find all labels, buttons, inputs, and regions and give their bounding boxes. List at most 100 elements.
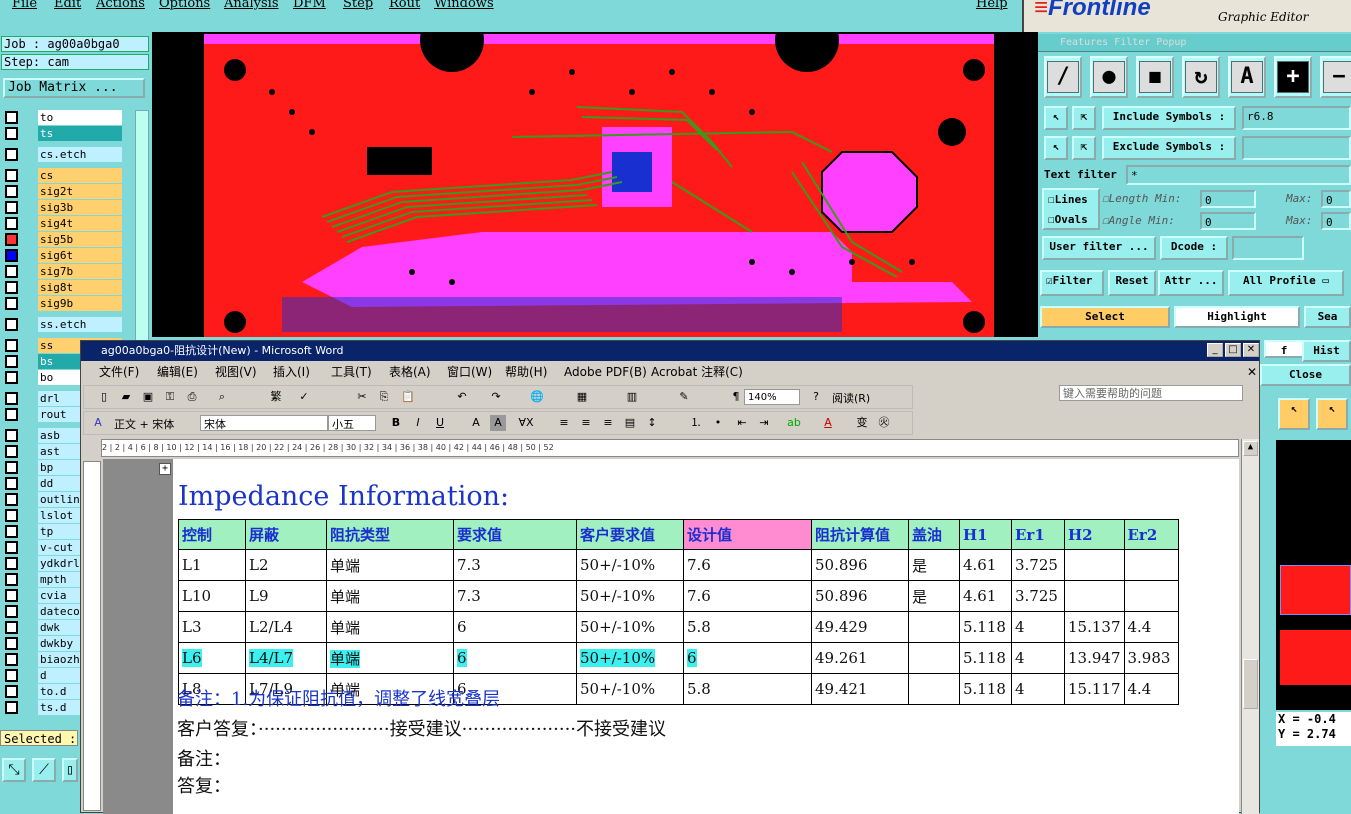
table-cell[interactable]: 7.3 bbox=[453, 580, 577, 612]
vertical-scrollbar[interactable]: ▲ bbox=[1241, 439, 1259, 814]
arc-tool-button[interactable]: ↻ bbox=[1182, 56, 1220, 98]
layer-checkbox[interactable] bbox=[5, 685, 18, 698]
dcode-input[interactable] bbox=[1232, 236, 1304, 260]
table-cell[interactable]: 3.983 bbox=[1123, 642, 1179, 674]
arrow-icon[interactable]: ↖ bbox=[1044, 106, 1068, 130]
table-cell[interactable]: L4/L7 bbox=[245, 642, 327, 674]
style-select[interactable]: 正文 + 宋体 bbox=[114, 416, 194, 432]
word-menu-insert[interactable]: 插入(I) bbox=[273, 362, 310, 382]
hyperlink-icon[interactable]: 🌐 bbox=[529, 389, 545, 405]
table-cell[interactable]: 单端 bbox=[326, 580, 454, 612]
mini-canvas[interactable] bbox=[1276, 440, 1351, 710]
help-search-input[interactable]: 键入需要帮助的问题 bbox=[1059, 385, 1243, 401]
layer-checkbox[interactable] bbox=[5, 605, 18, 618]
table-cell[interactable]: 3.725 bbox=[1011, 549, 1065, 581]
table-cell[interactable]: 7.3 bbox=[453, 549, 577, 581]
table-cell[interactable] bbox=[1123, 549, 1179, 581]
zoom-area-button[interactable]: ⤡ bbox=[2, 758, 26, 782]
layer-checkbox[interactable] bbox=[5, 477, 18, 490]
table-cell[interactable]: 4.4 bbox=[1123, 673, 1179, 705]
arrow-icon[interactable]: ⇱ bbox=[1072, 136, 1096, 160]
copy-icon[interactable]: ⎘ bbox=[376, 389, 392, 405]
table-cell[interactable]: 单端 bbox=[326, 549, 454, 581]
table-cell[interactable]: 50+/-10% bbox=[576, 580, 684, 612]
layer-row[interactable]: sig2t bbox=[2, 184, 134, 199]
spell-check-icon[interactable]: ✓ bbox=[296, 389, 312, 405]
layer-checkbox[interactable] bbox=[5, 429, 18, 442]
table-cell[interactable]: 4.4 bbox=[1123, 611, 1179, 643]
table-cell[interactable]: 49.429 bbox=[811, 611, 909, 643]
history-button[interactable]: Hist bbox=[1302, 340, 1351, 362]
table-cell[interactable]: 5.118 bbox=[959, 673, 1012, 705]
layer-checkbox[interactable] bbox=[5, 297, 18, 310]
layer-checkbox[interactable] bbox=[5, 169, 18, 182]
layer-checkbox[interactable] bbox=[5, 233, 18, 246]
maximize-icon[interactable]: □ bbox=[1225, 343, 1241, 357]
menu-file[interactable]: File bbox=[12, 0, 37, 11]
dcode-button[interactable]: Dcode : bbox=[1160, 236, 1228, 260]
pointer-icon[interactable]: ↖ bbox=[1278, 398, 1310, 430]
undo-icon[interactable]: ↶ bbox=[454, 389, 470, 405]
line-spacing-icon[interactable]: ↕ bbox=[644, 415, 660, 431]
layer-label[interactable]: ss.etch bbox=[38, 317, 122, 332]
bullets-icon[interactable]: • bbox=[710, 415, 726, 431]
layer-checkbox[interactable] bbox=[5, 573, 18, 586]
layer-label[interactable]: sig2t bbox=[38, 184, 122, 199]
angle-max-input[interactable]: 0 bbox=[1321, 212, 1351, 230]
table-cell[interactable]: 50+/-10% bbox=[576, 642, 684, 674]
scroll-up-icon[interactable]: ▲ bbox=[1243, 441, 1258, 456]
table-cell[interactable]: 单端 bbox=[326, 642, 454, 674]
table-cell[interactable]: 5.8 bbox=[683, 611, 812, 643]
search-button[interactable]: Sea bbox=[1304, 306, 1351, 328]
layer-checkbox[interactable] bbox=[5, 217, 18, 230]
increase-indent-icon[interactable]: ⇥ bbox=[756, 415, 772, 431]
table-cell[interactable]: 单端 bbox=[326, 611, 454, 643]
justify-icon[interactable]: ▤ bbox=[622, 415, 638, 431]
layer-checkbox[interactable] bbox=[5, 525, 18, 538]
layer-row[interactable]: ss.etch bbox=[2, 317, 134, 332]
highlight-button[interactable]: Highlight bbox=[1174, 306, 1300, 328]
document-area[interactable]: + Impedance Information: 控制 屏蔽 阻抗类型 要求值 … bbox=[103, 459, 1239, 814]
table-cell[interactable]: 50.896 bbox=[811, 549, 909, 581]
layer-label[interactable]: sig5b bbox=[38, 232, 122, 247]
align-left-icon[interactable]: ≡ bbox=[556, 415, 572, 431]
layer-checkbox[interactable] bbox=[5, 249, 18, 262]
bold-icon[interactable]: B bbox=[388, 415, 404, 431]
layer-row[interactable]: cs.etch bbox=[2, 147, 134, 162]
layer-checkbox[interactable] bbox=[5, 541, 18, 554]
type-checkboxes[interactable]: ☐Lines ☐Ovals bbox=[1042, 188, 1100, 230]
word-menu-edit[interactable]: 编辑(E) bbox=[157, 362, 198, 382]
char-scale-icon[interactable]: ⱯX bbox=[518, 415, 534, 431]
font-size-select[interactable]: 小五 bbox=[328, 415, 376, 431]
table-cell[interactable]: 49.261 bbox=[811, 642, 909, 674]
text-filter-input[interactable]: * bbox=[1126, 165, 1351, 185]
table-cell[interactable] bbox=[908, 673, 960, 705]
line-tool-button[interactable]: / bbox=[1044, 56, 1082, 98]
minus-button[interactable]: − bbox=[1320, 56, 1351, 98]
underline-icon[interactable]: U bbox=[432, 415, 448, 431]
layer-row[interactable]: cs bbox=[2, 168, 134, 183]
arrow-icon[interactable]: ↖ bbox=[1044, 136, 1068, 160]
measure-button[interactable]: ⟋ bbox=[32, 758, 56, 782]
layer-label[interactable]: sig6t bbox=[38, 248, 122, 263]
print-preview-icon[interactable]: ⌕ bbox=[214, 389, 230, 405]
menu-options[interactable]: Options bbox=[159, 0, 210, 11]
save-icon[interactable]: ▣ bbox=[140, 389, 156, 405]
table-cell[interactable]: L10 bbox=[178, 580, 246, 612]
traditional-chinese-icon[interactable]: 繁 bbox=[268, 389, 284, 405]
plus-button[interactable]: + bbox=[1274, 56, 1312, 98]
insert-table-icon[interactable]: ▦ bbox=[574, 389, 590, 405]
paste-icon[interactable]: 📋 bbox=[400, 389, 416, 405]
layer-checkbox[interactable] bbox=[5, 201, 18, 214]
layer-checkbox[interactable] bbox=[5, 392, 18, 405]
table-cell[interactable]: L6 bbox=[178, 642, 246, 674]
help-close-icon[interactable]: ✕ bbox=[1247, 362, 1257, 382]
drawing-icon[interactable]: ✎ bbox=[676, 389, 692, 405]
table-cell[interactable]: 50+/-10% bbox=[576, 549, 684, 581]
document-page[interactable]: + Impedance Information: 控制 屏蔽 阻抗类型 要求值 … bbox=[159, 459, 1239, 814]
copy-button[interactable]: ▯ bbox=[62, 758, 78, 782]
menu-analysis[interactable]: Analysis bbox=[224, 0, 279, 11]
char-shading-icon[interactable]: A bbox=[490, 415, 506, 431]
font-color-icon[interactable]: A bbox=[820, 415, 836, 431]
layer-label[interactable]: ts bbox=[38, 126, 122, 141]
